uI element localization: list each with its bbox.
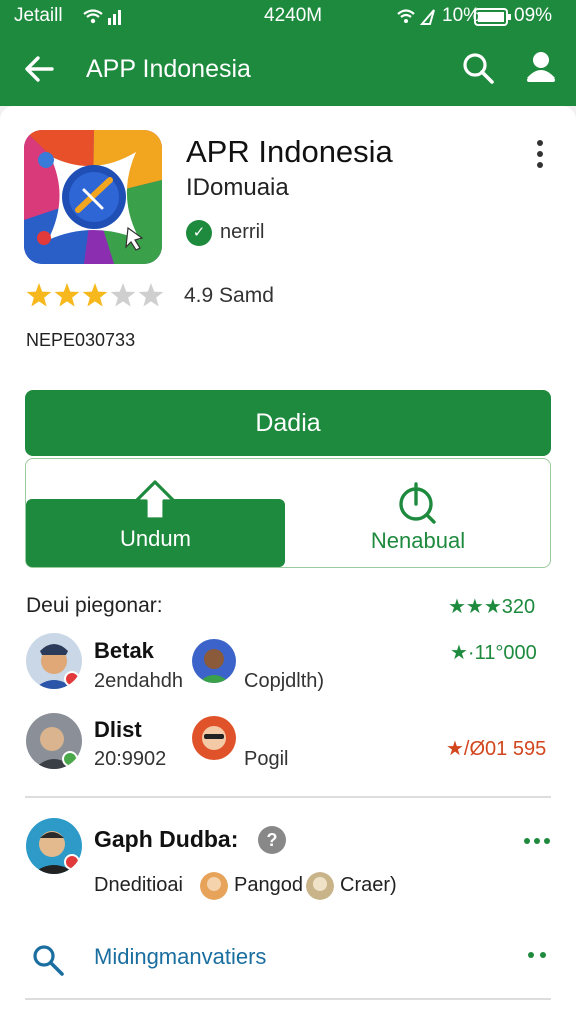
undum-label: Undum [120, 526, 191, 551]
rating-star [82, 283, 108, 307]
reviewer-avatar[interactable] [26, 713, 82, 769]
rating-star [110, 283, 136, 307]
divider [25, 998, 551, 1000]
group-member-avatar[interactable] [200, 872, 228, 900]
primary-action-button[interactable]: Dadia [25, 390, 551, 456]
review-tag: Copjdlth) [244, 670, 325, 692]
rating-star [138, 283, 164, 307]
review-score: ★/Ø01 595 [446, 738, 547, 760]
group-member-avatar[interactable] [306, 872, 334, 900]
reviewer-subtitle: 20:9902 [94, 748, 167, 770]
verified-check-icon: ✓ [186, 220, 212, 246]
nenabual-label: Nenabual [370, 528, 466, 553]
reviewer-secondary-avatar[interactable] [192, 639, 236, 683]
app-bar-title: APP Indonesia [86, 55, 251, 83]
search-icon [33, 945, 64, 976]
reviews-section-score: ★★★320 [448, 596, 536, 618]
divider [25, 796, 551, 798]
reviewer-secondary-avatar[interactable] [192, 716, 236, 760]
status-bar: Jetaill 4240M 10% 09% [0, 0, 576, 34]
account-icon[interactable] [522, 48, 560, 86]
upload-home-icon [134, 480, 176, 521]
app-logo-icon[interactable] [24, 130, 162, 264]
clock: 4240M [264, 5, 323, 26]
nenabual-button[interactable]: Nenabual [288, 470, 548, 566]
network-icons [397, 9, 435, 25]
app-subtitle: IDomuaia [186, 174, 289, 201]
group-avatar[interactable] [26, 818, 82, 874]
review-tag: Pogil [244, 748, 289, 770]
reviewer-name: Dlist [94, 717, 142, 742]
rating-star [26, 283, 52, 307]
help-icon[interactable]: ? [258, 826, 286, 854]
reviewer-name: Betak [94, 638, 154, 663]
search-link-label: Midingmanvatiers [94, 944, 267, 969]
verified-label: nerril [220, 221, 265, 243]
carrier-label: Jetaill [14, 5, 63, 26]
group-title: Gaph Dudba: [94, 826, 239, 852]
group-item: Dneditioai [94, 874, 183, 896]
group-item: Craer) [340, 874, 397, 896]
rating-star [54, 283, 80, 307]
more-vert-icon[interactable] [528, 138, 552, 170]
more-horiz-icon[interactable] [526, 950, 556, 960]
reviews-section-title: Deui piegonar: [26, 594, 163, 617]
more-horiz-icon[interactable] [522, 836, 552, 846]
wifi-signal-icon [83, 9, 121, 25]
back-arrow-icon[interactable] [22, 52, 56, 86]
undum-button[interactable]: Undum [26, 480, 285, 567]
app-name: APR Indonesia [186, 134, 393, 169]
rating-stars [26, 283, 164, 307]
reviewer-avatar[interactable] [26, 633, 82, 689]
reviewer-subtitle: 2endahdh [94, 670, 183, 692]
battery-percent-secondary: 09% [514, 5, 553, 26]
group-item: Pangod [234, 874, 303, 896]
app-code: NEPE030733 [26, 330, 136, 350]
power-timer-icon [399, 482, 436, 524]
search-link-row[interactable]: Midingmanvatiers [30, 938, 550, 978]
app-bar: APP Indonesia [0, 34, 576, 106]
rating-text: 4.9 Samd [184, 284, 274, 307]
battery-icon [474, 8, 511, 26]
search-icon[interactable] [460, 50, 496, 86]
review-score: ★·11°000 [450, 642, 537, 664]
